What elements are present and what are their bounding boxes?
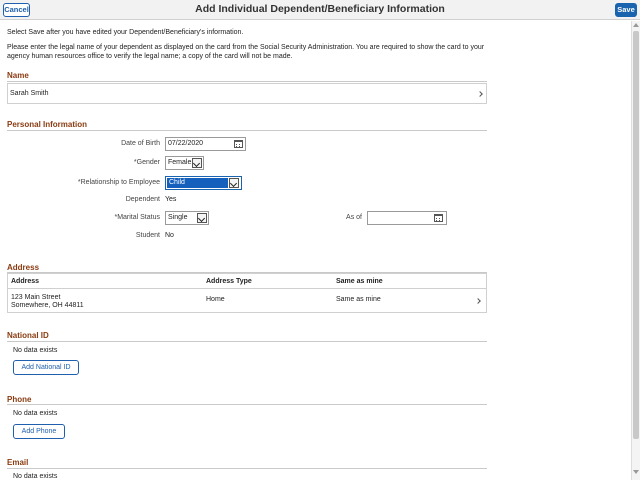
address-table: Address Address Type Same as mine 123 Ma…	[7, 273, 487, 313]
calendar-icon[interactable]	[434, 214, 443, 222]
student-label: Student	[135, 232, 160, 239]
name-section-title: Name	[7, 71, 29, 80]
divider	[7, 130, 487, 131]
dropdown-arrow-icon	[197, 213, 207, 223]
asof-label: As of	[346, 214, 362, 221]
name-value: Sarah Smith	[10, 90, 49, 97]
cancel-button[interactable]: Cancel	[3, 3, 30, 17]
intro-line-3: agency human resources office to verify …	[7, 53, 293, 60]
dependent-value: Yes	[165, 196, 177, 203]
marital-select[interactable]: Single	[165, 211, 209, 225]
table-row[interactable]: 123 Main Street Somewhere, OH 44811 Home…	[8, 289, 486, 313]
relationship-value: Child	[167, 178, 228, 188]
gender-select[interactable]: Female	[165, 156, 204, 170]
address-section-title: Address	[7, 263, 40, 272]
chevron-right-icon	[475, 298, 481, 304]
gender-label: *Gender	[133, 159, 160, 166]
marital-value: Single	[168, 214, 188, 221]
page-header: Add Individual Dependent/Beneficiary Inf…	[0, 0, 640, 20]
page-title: Add Individual Dependent/Beneficiary Inf…	[195, 3, 445, 15]
save-button[interactable]: Save	[615, 3, 637, 17]
address-line-1: 123 Main Street	[11, 294, 61, 301]
address-line-2: Somewhere, OH 44811	[11, 302, 84, 309]
chevron-right-icon	[477, 91, 483, 97]
scrollbar-thumb[interactable]	[633, 31, 639, 439]
scroll-up-icon[interactable]	[633, 23, 639, 27]
dropdown-arrow-icon	[192, 158, 202, 168]
asof-input[interactable]	[367, 211, 447, 225]
scroll-down-icon[interactable]	[633, 470, 639, 474]
address-type-value: Home	[206, 296, 225, 303]
col-address-type: Address Type	[206, 278, 252, 285]
dependent-label: Dependent	[125, 196, 160, 203]
national-id-section-title: National ID	[7, 331, 49, 340]
relationship-select[interactable]: Child	[165, 176, 242, 190]
personal-section-title: Personal Information	[7, 120, 88, 129]
calendar-icon[interactable]	[234, 140, 243, 148]
email-section-title: Email	[7, 458, 29, 467]
dob-input[interactable]: 07/22/2020	[165, 137, 246, 151]
add-national-id-button[interactable]: Add National ID	[13, 360, 79, 375]
dob-value: 07/22/2020	[168, 140, 204, 147]
marital-label: *Marital Status	[114, 214, 160, 221]
gender-value: Female	[168, 159, 192, 166]
name-row[interactable]: Sarah Smith	[7, 83, 487, 104]
divider	[7, 404, 487, 405]
vertical-scrollbar[interactable]	[631, 21, 640, 480]
divider	[7, 468, 487, 469]
relationship-label: *Relationship to Employee	[77, 179, 160, 186]
same-as-mine-value: Same as mine	[336, 296, 381, 303]
divider	[7, 341, 487, 342]
national-id-empty: No data exists	[13, 347, 58, 354]
intro-line-1: Select Save after you have edited your D…	[7, 29, 244, 36]
phone-section-title: Phone	[7, 395, 32, 404]
student-value: No	[165, 232, 174, 239]
address-table-header: Address Address Type Same as mine	[8, 274, 486, 289]
main-content: Select Save after you have edited your D…	[0, 21, 631, 480]
phone-empty: No data exists	[13, 410, 58, 417]
divider	[7, 81, 487, 82]
email-empty: No data exists	[13, 473, 58, 480]
add-phone-button[interactable]: Add Phone	[13, 424, 65, 439]
intro-line-2: Please enter the legal name of your depe…	[7, 44, 485, 51]
col-address: Address	[11, 278, 40, 285]
col-same-as-mine: Same as mine	[336, 278, 383, 285]
dropdown-arrow-icon	[229, 178, 239, 188]
dob-label: Date of Birth	[121, 140, 160, 147]
